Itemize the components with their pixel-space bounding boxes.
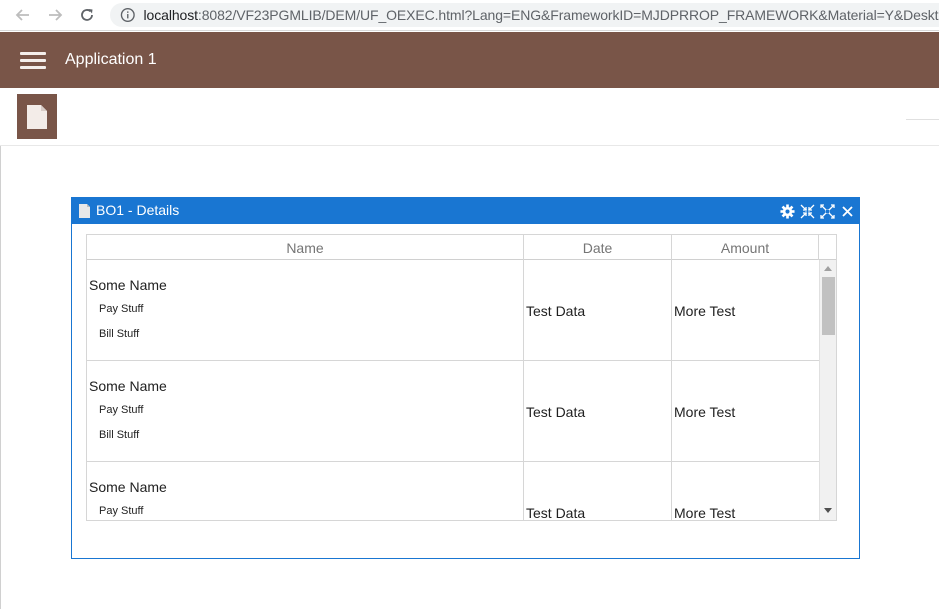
- arrow-left-icon: [15, 9, 29, 21]
- name-subtext: Pay Stuff: [99, 404, 144, 416]
- window-close-button[interactable]: [839, 203, 855, 219]
- toolbar-divider: [906, 119, 939, 120]
- amount-text: More Test: [674, 303, 736, 319]
- window-restore-button[interactable]: [799, 203, 815, 219]
- date-cell: Test Data: [524, 361, 672, 461]
- gear-icon: [779, 203, 795, 219]
- content-edge: [0, 146, 1, 609]
- details-window: BO1 - Details Name Date Amount Some Name: [71, 197, 860, 559]
- document-icon: [27, 104, 47, 129]
- close-icon: [841, 205, 853, 217]
- date-text: Test Data: [526, 404, 586, 420]
- reload-button[interactable]: [78, 6, 96, 24]
- grid-header: Name Date Amount: [87, 235, 836, 260]
- arrow-right-icon: [49, 9, 63, 21]
- table-row[interactable]: Some Name Pay Stuff Bill Stuff Test Data…: [87, 260, 819, 361]
- scroll-up-icon[interactable]: [824, 266, 832, 271]
- hamburger-icon: [20, 52, 46, 55]
- column-header-date[interactable]: Date: [524, 235, 672, 260]
- app-title: Application 1: [65, 51, 157, 68]
- url-text: localhost:8082/VF23PGMLIB/DEM/UF_OEXEC.h…: [144, 7, 939, 23]
- document-icon: [79, 204, 90, 218]
- info-icon: [120, 8, 135, 22]
- name-subtext: Pay Stuff: [99, 505, 144, 517]
- restore-icon: [800, 204, 814, 218]
- details-grid: Name Date Amount Some Name Pay Stuff Bil…: [86, 234, 837, 521]
- grid-vertical-scrollbar[interactable]: [819, 260, 836, 520]
- hamburger-icon-bar: [20, 66, 46, 69]
- url-path: :8082/VF23PGMLIB/DEM/UF_OEXEC.html?Lang=…: [197, 7, 939, 23]
- name-cell: Some Name Pay Stuff Bill Stuff: [87, 260, 524, 360]
- scrollbar-thumb[interactable]: [822, 277, 835, 335]
- menu-button[interactable]: [20, 52, 46, 70]
- date-cell: Test Data: [524, 260, 672, 360]
- name-text: Some Name: [89, 479, 167, 495]
- name-cell: Some Name Pay Stuff Bill Stuff: [87, 361, 524, 461]
- forward-button[interactable]: [46, 6, 64, 24]
- window-titlebar[interactable]: BO1 - Details: [72, 198, 859, 224]
- name-text: Some Name: [89, 277, 167, 293]
- name-text: Some Name: [89, 378, 167, 394]
- date-text: Test Data: [526, 303, 586, 319]
- table-row[interactable]: Some Name Pay Stuff Test Data More Test: [87, 462, 819, 520]
- window-maximize-button[interactable]: [819, 203, 835, 219]
- window-title: BO1 - Details: [96, 202, 180, 218]
- maximize-icon: [819, 203, 835, 219]
- name-cell: Some Name Pay Stuff: [87, 462, 524, 520]
- scroll-down-icon[interactable]: [824, 508, 832, 513]
- document-button[interactable]: [17, 94, 57, 139]
- amount-cell: More Test: [672, 462, 819, 520]
- amount-text: More Test: [674, 505, 736, 520]
- back-button[interactable]: [14, 6, 32, 24]
- window-settings-button[interactable]: [779, 203, 795, 219]
- url-host: localhost: [143, 7, 198, 23]
- name-subtext: Bill Stuff: [99, 429, 140, 441]
- amount-cell: More Test: [672, 260, 819, 360]
- reload-icon: [81, 9, 93, 21]
- amount-cell: More Test: [672, 361, 819, 461]
- amount-text: More Test: [674, 404, 736, 420]
- name-subtext: Pay Stuff: [99, 303, 144, 315]
- grid-body: Some Name Pay Stuff Bill Stuff Test Data…: [87, 260, 819, 520]
- address-bar[interactable]: localhost:8082/VF23PGMLIB/DEM/UF_OEXEC.h…: [110, 3, 939, 27]
- date-cell: Test Data: [524, 462, 672, 520]
- app-toolbar: [0, 88, 939, 146]
- column-header-amount[interactable]: Amount: [672, 235, 819, 260]
- hamburger-icon-bar: [20, 59, 46, 62]
- table-row[interactable]: Some Name Pay Stuff Bill Stuff Test Data…: [87, 361, 819, 462]
- browser-toolbar: localhost:8082/VF23PGMLIB/DEM/UF_OEXEC.h…: [0, 0, 939, 31]
- date-text: Test Data: [526, 505, 586, 520]
- name-subtext: Bill Stuff: [99, 328, 140, 340]
- column-header-name[interactable]: Name: [87, 235, 524, 260]
